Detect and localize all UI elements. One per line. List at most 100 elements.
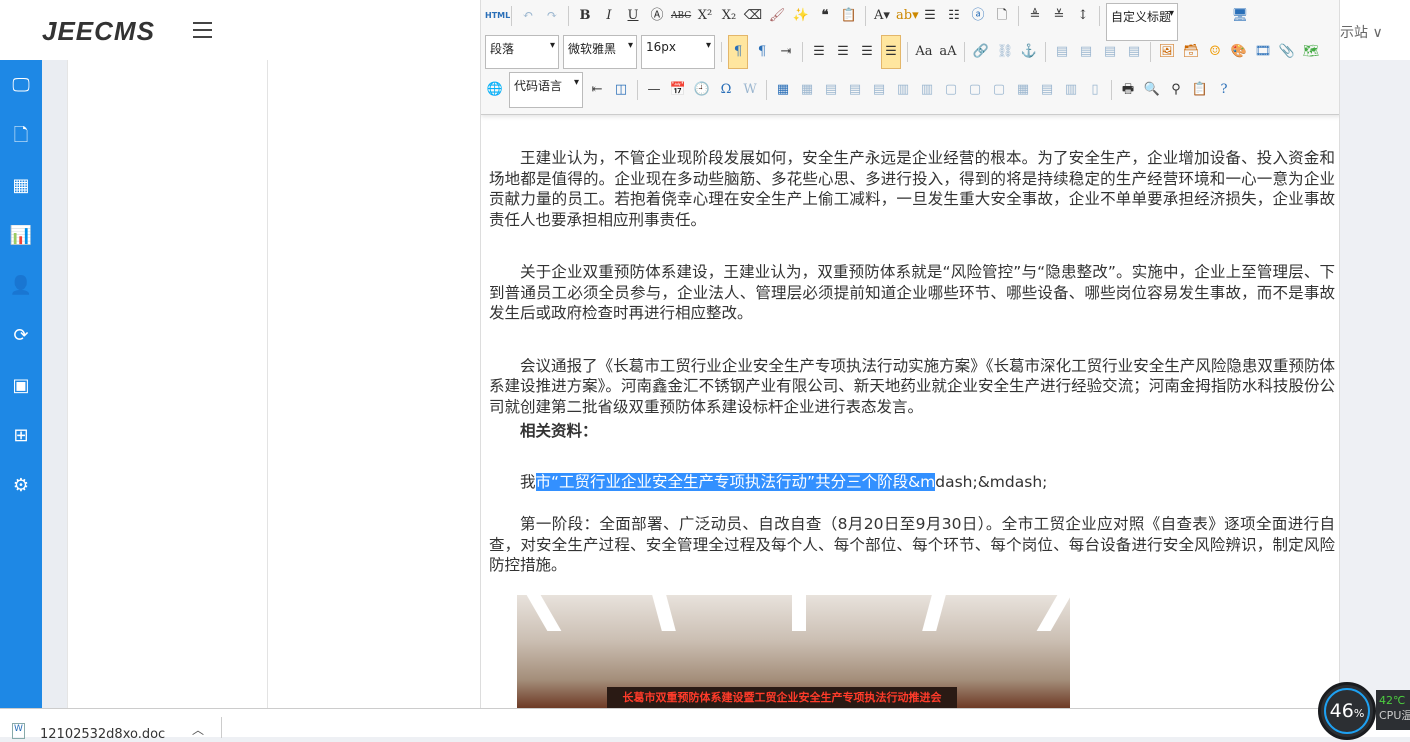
blockquote-icon[interactable]: ❝: [815, 6, 835, 26]
unlink-icon[interactable]: ⛓: [995, 42, 1015, 62]
image-center-icon[interactable]: ▤: [1124, 42, 1144, 62]
link-icon[interactable]: 🔗: [971, 42, 991, 62]
unordered-list-icon[interactable]: ☷: [944, 6, 964, 26]
print-icon[interactable]: 🖶: [1118, 80, 1138, 100]
font-color-icon[interactable]: A▾: [872, 6, 892, 26]
undo-icon[interactable]: ↶: [518, 6, 538, 26]
select-all-icon[interactable]: ⓐ: [968, 6, 988, 26]
chart-icon[interactable]: 📊: [8, 223, 34, 249]
scrawl-icon[interactable]: 🎨: [1229, 42, 1249, 62]
paste-text-icon[interactable]: 📋: [839, 6, 859, 26]
document-icon[interactable]: 🗋: [8, 123, 34, 149]
site-switcher[interactable]: 示站 ∨: [1340, 22, 1383, 42]
delete-col-icon[interactable]: ▥: [917, 80, 937, 100]
custom-heading-select[interactable]: 自定义标题: [1106, 3, 1178, 41]
sidebar: 🖵 🗋 ▦ 📊 👤 ⟳ ▣ ⊞ ⚙: [0, 60, 42, 708]
indent-icon[interactable]: ⇥: [776, 42, 796, 62]
auto-format-icon[interactable]: ✨: [791, 6, 811, 26]
box-icon[interactable]: ▣: [8, 373, 34, 399]
fullscreen-icon[interactable]: 🖥: [1230, 6, 1250, 26]
download-file-name[interactable]: 12102532d8xo.doc: [40, 727, 165, 742]
divider: [267, 60, 268, 708]
modules-icon[interactable]: ⊞: [8, 423, 34, 449]
delete-row-icon[interactable]: ▤: [869, 80, 889, 100]
meeting-photo[interactable]: 长葛市双重预防体系建设暨工贸企业安全生产专项执法行动推进会: [517, 595, 1070, 708]
align-right-icon[interactable]: ☰: [857, 42, 877, 62]
underline-icon[interactable]: U: [623, 6, 643, 26]
paragraph-format-select[interactable]: 段落: [485, 35, 559, 69]
image-right-icon[interactable]: ▤: [1100, 42, 1120, 62]
insert-row-icon[interactable]: ▤: [845, 80, 865, 100]
emotion-icon[interactable]: ☺: [1205, 42, 1225, 62]
eraser-icon[interactable]: ⌫: [743, 6, 763, 26]
multi-image-icon[interactable]: 🗃: [1181, 42, 1201, 62]
paragraph: 第一阶段：全面部署、广泛动员、自改自查（8月20日至9月30日）。全市工贸企业应…: [489, 515, 1335, 574]
drafts-icon[interactable]: 📋: [1190, 80, 1210, 100]
insert-table-icon[interactable]: ▦: [773, 80, 793, 100]
font-border-icon[interactable]: Ⓐ: [647, 6, 667, 26]
bold-icon[interactable]: B: [575, 6, 595, 26]
word-image-icon[interactable]: W: [740, 80, 760, 100]
grid-icon[interactable]: ▦: [8, 173, 34, 199]
date-icon[interactable]: 📅: [668, 80, 688, 100]
ordered-list-icon[interactable]: ☰: [920, 6, 940, 26]
menu-toggle-icon[interactable]: [193, 22, 212, 43]
insert-col-icon[interactable]: ▥: [893, 80, 913, 100]
settings-icon[interactable]: ⚙: [8, 473, 34, 499]
monitor-icon[interactable]: 🖵: [8, 73, 34, 99]
editor-content[interactable]: 王建业认为，不管企业现阶段发展如何，安全生产永远是企业经营的根本。为了安全生产，…: [489, 148, 1335, 576]
horizontal-rule-icon[interactable]: —: [644, 80, 664, 100]
align-left-icon[interactable]: ☰: [809, 42, 829, 62]
delete-table-icon[interactable]: ▦: [797, 80, 817, 100]
font-family-select[interactable]: 微软雅黑: [563, 35, 637, 69]
uppercase-icon[interactable]: Aa: [914, 42, 934, 62]
line-height-icon[interactable]: ↕: [1073, 6, 1093, 26]
image-icon[interactable]: 🖼: [1157, 42, 1177, 62]
attachment-icon[interactable]: 📎: [1277, 42, 1297, 62]
redo-icon[interactable]: ↷: [542, 6, 562, 26]
row-spacing-top-icon[interactable]: ≜: [1025, 6, 1045, 26]
font-size-select[interactable]: 16px: [641, 35, 715, 69]
search-replace-icon[interactable]: ⚲: [1166, 80, 1186, 100]
highlight-color-icon[interactable]: ab▾: [896, 6, 919, 26]
insert-frame-icon[interactable]: 🌐: [485, 80, 505, 100]
chart-icon[interactable]: ▯: [1085, 80, 1105, 100]
lowercase-icon[interactable]: aA: [938, 42, 958, 62]
align-justify-icon[interactable]: ☰: [881, 35, 901, 69]
code-language-select[interactable]: 代码语言: [509, 72, 583, 108]
map-icon[interactable]: 🗺: [1301, 42, 1321, 62]
special-chars-icon[interactable]: Ω: [716, 80, 736, 100]
rtl-icon[interactable]: ¶: [752, 42, 772, 62]
video-icon[interactable]: 🎞: [1253, 42, 1273, 62]
merge-cells-icon[interactable]: ▢: [941, 80, 961, 100]
format-brush-icon[interactable]: 🖌: [767, 6, 787, 26]
merge-right-icon[interactable]: ▢: [965, 80, 985, 100]
image-none-icon[interactable]: ▤: [1052, 42, 1072, 62]
refresh-icon[interactable]: ⟳: [8, 323, 34, 349]
template-icon[interactable]: ◫: [611, 80, 631, 100]
italic-icon[interactable]: I: [599, 6, 619, 26]
help-icon[interactable]: ?: [1214, 80, 1234, 100]
chevron-up-icon[interactable]: ︿: [192, 721, 204, 738]
ltr-icon[interactable]: ¶: [728, 35, 748, 69]
merge-down-icon[interactable]: ▢: [989, 80, 1009, 100]
page-break-icon[interactable]: ⇤: [587, 80, 607, 100]
insert-paragraph-before-table-icon[interactable]: ▤: [821, 80, 841, 100]
align-center-icon[interactable]: ☰: [833, 42, 853, 62]
row-spacing-bottom-icon[interactable]: ≚: [1049, 6, 1069, 26]
system-load-gauge[interactable]: 46%: [1318, 682, 1376, 740]
rich-text-editor[interactable]: 王建业认为，不管企业现阶段发展如何，安全生产永远是企业经营的根本。为了安全生产，…: [480, 0, 1340, 708]
split-cols-icon[interactable]: ▥: [1061, 80, 1081, 100]
anchor-icon[interactable]: ⚓: [1019, 42, 1039, 62]
superscript-icon[interactable]: X²: [695, 6, 715, 26]
split-cells-icon[interactable]: ▦: [1013, 80, 1033, 100]
split-rows-icon[interactable]: ▤: [1037, 80, 1057, 100]
time-icon[interactable]: 🕘: [692, 80, 712, 100]
clear-doc-icon[interactable]: 🗋: [992, 6, 1012, 26]
user-icon[interactable]: 👤: [8, 273, 34, 299]
preview-icon[interactable]: 🔍: [1142, 80, 1162, 100]
html-source-button[interactable]: HTML: [485, 6, 510, 26]
strikethrough-icon[interactable]: ABC: [671, 6, 691, 26]
image-left-icon[interactable]: ▤: [1076, 42, 1096, 62]
subscript-icon[interactable]: X₂: [719, 6, 739, 26]
